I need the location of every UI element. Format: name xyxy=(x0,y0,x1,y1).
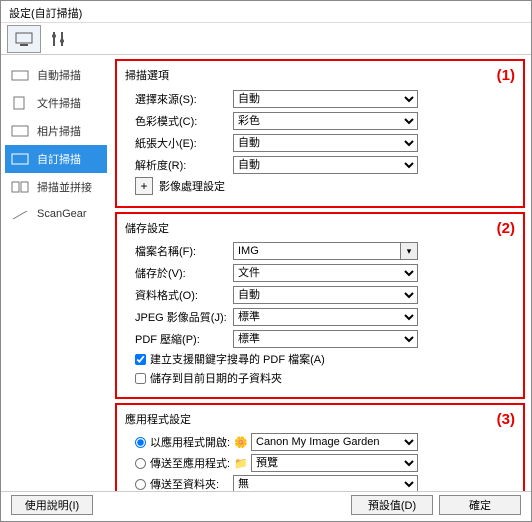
section-title-scan-options: 掃描選項 xyxy=(125,67,515,83)
sidebar-item-custom-scan[interactable]: 自訂掃描 xyxy=(5,145,107,173)
window-title: 設定(自訂掃描) xyxy=(1,1,531,23)
folder-icon: 📁 xyxy=(233,455,249,471)
defaults-button[interactable]: 預設值(D) xyxy=(351,495,433,515)
tab-general-settings[interactable] xyxy=(41,25,75,53)
tab-scan-from-computer[interactable] xyxy=(7,25,41,53)
select-send-to-folder[interactable]: 無 xyxy=(233,475,418,491)
sidebar-item-document-scan[interactable]: 文件掃描 xyxy=(5,89,107,117)
help-button[interactable]: 使用說明(I) xyxy=(11,495,93,515)
select-save-in[interactable]: 文件 xyxy=(233,264,418,282)
sidebar: 自動掃描 文件掃描 相片掃描 自訂掃描 掃描並拼接 ScanGear xyxy=(1,55,111,491)
checkbox-pdf-keyword-search[interactable] xyxy=(135,354,146,365)
sidebar-item-label: ScanGear xyxy=(37,208,87,220)
sidebar-item-label: 自訂掃描 xyxy=(37,151,81,167)
sidebar-item-stitch-scan[interactable]: 掃描並拼接 xyxy=(5,173,107,201)
sidebar-item-label: 掃描並拼接 xyxy=(37,179,92,195)
sidebar-item-label: 相片掃描 xyxy=(37,123,81,139)
expand-image-processing-button[interactable]: + xyxy=(135,177,153,195)
sidebar-item-photo-scan[interactable]: 相片掃描 xyxy=(5,117,107,145)
document-icon xyxy=(11,96,29,110)
label-send-to-folder: 傳送至資料夾: xyxy=(150,476,219,491)
scangear-icon xyxy=(11,207,29,221)
select-paper-size[interactable]: 自動 xyxy=(233,134,418,152)
radio-send-to-app[interactable] xyxy=(135,458,146,469)
label-save-in: 儲存於(V): xyxy=(125,265,233,281)
dialog-footer: 使用說明(I) 預設值(D) 確定 xyxy=(1,491,531,517)
select-open-with-app[interactable]: Canon My Image Garden xyxy=(251,433,418,451)
scanner-icon xyxy=(11,68,29,82)
section-marker-1: (1) xyxy=(497,67,515,84)
select-jpeg-quality[interactable]: 標準 xyxy=(233,308,418,326)
label-data-format: 資料格式(O): xyxy=(125,287,233,303)
custom-icon xyxy=(11,152,29,166)
select-send-to-app[interactable]: 預覽 xyxy=(251,454,418,472)
sidebar-item-label: 文件掃描 xyxy=(37,95,81,111)
label-paper-size: 紙張大小(E): xyxy=(125,135,233,151)
photo-icon xyxy=(11,124,29,138)
section-marker-3: (3) xyxy=(497,411,515,428)
label-pdf-keyword-search: 建立支援關鍵字搜尋的 PDF 檔案(A) xyxy=(150,351,325,367)
radio-send-to-folder[interactable] xyxy=(135,479,146,490)
checkbox-save-to-date-subfolder[interactable] xyxy=(135,373,146,384)
toolbar xyxy=(1,23,531,55)
select-color-mode[interactable]: 彩色 xyxy=(233,112,418,130)
ok-button[interactable]: 確定 xyxy=(439,495,521,515)
label-open-with-app: 以應用程式開啟: xyxy=(150,434,230,450)
select-data-format[interactable]: 自動 xyxy=(233,286,418,304)
label-save-to-date-subfolder: 儲存到目前日期的子資料夾 xyxy=(150,370,282,386)
settings-dialog: 設定(自訂掃描) 自動掃描 文件掃描 相片掃描 自訂掃描 xyxy=(0,0,532,522)
label-send-to-app: 傳送至應用程式: xyxy=(150,455,230,471)
save-settings-section: (2) 儲存設定 檔案名稱(F): ▾ 儲存於(V): 文件 資料格式(O): … xyxy=(115,212,525,399)
select-source[interactable]: 自動 xyxy=(233,90,418,108)
application-settings-section: (3) 應用程式設定 以應用程式開啟: 🌼Canon My Image Gard… xyxy=(115,403,525,491)
section-title-save-settings: 儲存設定 xyxy=(125,220,515,236)
sidebar-item-auto-scan[interactable]: 自動掃描 xyxy=(5,61,107,89)
label-resolution: 解析度(R): xyxy=(125,157,233,173)
sidebar-item-scangear[interactable]: ScanGear xyxy=(5,201,107,227)
label-pdf-compression: PDF 壓縮(P): xyxy=(125,331,233,347)
stitch-icon xyxy=(11,180,29,194)
app-icon: 🌼 xyxy=(233,434,249,450)
sidebar-item-label: 自動掃描 xyxy=(37,67,81,83)
label-color-mode: 色彩模式(C): xyxy=(125,113,233,129)
section-marker-2: (2) xyxy=(497,220,515,237)
select-pdf-compression[interactable]: 標準 xyxy=(233,330,418,348)
select-resolution[interactable]: 自動 xyxy=(233,156,418,174)
scan-options-section: (1) 掃描選項 選擇來源(S): 自動 色彩模式(C): 彩色 紙張大小(E)… xyxy=(115,59,525,208)
label-jpeg-quality: JPEG 影像品質(J): xyxy=(125,309,233,325)
settings-content: (1) 掃描選項 選擇來源(S): 自動 色彩模式(C): 彩色 紙張大小(E)… xyxy=(111,55,531,491)
filename-dropdown-button[interactable]: ▾ xyxy=(400,242,418,260)
label-select-source: 選擇來源(S): xyxy=(125,91,233,107)
label-filename: 檔案名稱(F): xyxy=(125,243,233,259)
input-filename[interactable] xyxy=(233,242,400,260)
radio-open-with-app[interactable] xyxy=(135,437,146,448)
section-title-app-settings: 應用程式設定 xyxy=(125,411,515,427)
label-image-processing: 影像處理設定 xyxy=(159,178,225,194)
